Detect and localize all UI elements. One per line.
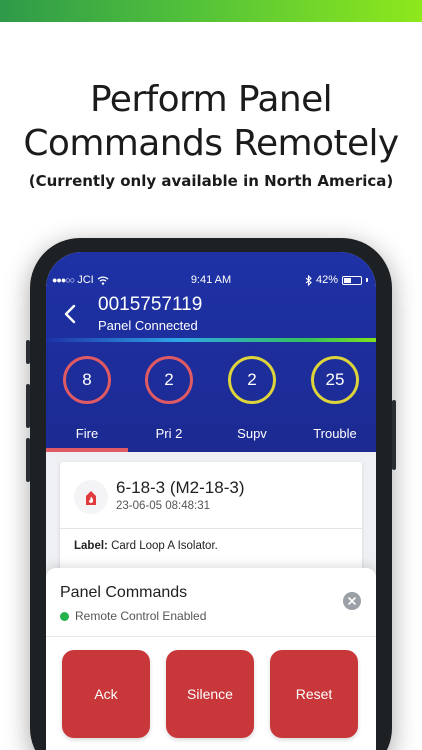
back-chevron-icon[interactable] <box>64 304 76 325</box>
fire-icon <box>74 480 108 514</box>
event-label-key: Label: <box>74 540 108 552</box>
promo-top-bar <box>0 0 422 22</box>
tab-supv[interactable]: 2 Supv <box>211 356 293 452</box>
promo-headline: Perform Panel Commands Remotely <box>0 78 422 166</box>
selected-tab-indicator <box>46 448 128 452</box>
promo-headline-line2: Commands Remotely <box>23 123 399 164</box>
pri2-count-circle: 2 <box>145 356 193 404</box>
tab-pri2[interactable]: 2 Pri 2 <box>128 356 210 452</box>
ack-button[interactable]: Ack <box>62 650 150 738</box>
remote-control-status-text: Remote Control Enabled <box>75 609 207 623</box>
header-accent-bar <box>46 338 376 342</box>
card-divider <box>60 528 362 529</box>
tab-pri2-label: Pri 2 <box>155 426 183 441</box>
alarm-count-tabs: 8 Fire 2 Pri 2 2 Supv 25 Trouble <box>46 356 376 452</box>
sheet-divider <box>46 636 376 637</box>
tab-trouble[interactable]: 25 Trouble <box>294 356 376 452</box>
battery-percent: 42% <box>315 274 338 286</box>
status-bar: ●●●○○ JCI 9:41 AM 42% <box>46 274 376 292</box>
phone-side-button <box>26 340 30 364</box>
status-dot-icon <box>60 611 69 621</box>
close-icon[interactable] <box>343 592 361 610</box>
reset-button[interactable]: Reset <box>270 650 358 738</box>
tab-fire-label: Fire <box>75 426 99 441</box>
event-card[interactable]: 6-18-3 (M2-18-3) 23-06-05 08:48:31 Label… <box>60 462 362 582</box>
panel-id: 0015757119 <box>98 294 203 315</box>
remote-control-status: Remote Control Enabled <box>60 609 206 623</box>
battery-icon <box>342 275 362 285</box>
phone-side-button <box>26 384 30 428</box>
event-label-value: Card Loop A Isolator. <box>111 540 218 552</box>
app-header: ●●●○○ JCI 9:41 AM 42% 0015757119 Panel C… <box>46 252 376 452</box>
trouble-count-circle: 25 <box>311 356 359 404</box>
event-title: 6-18-3 (M2-18-3) <box>116 478 245 497</box>
event-timestamp: 23-06-05 08:48:31 <box>116 500 210 512</box>
sheet-title: Panel Commands <box>60 584 188 601</box>
supv-count-circle: 2 <box>228 356 276 404</box>
tab-supv-label: Supv <box>237 426 267 441</box>
panel-commands-sheet: Panel Commands Remote Control Enabled Ac… <box>46 568 376 750</box>
tab-fire[interactable]: 8 Fire <box>46 356 128 452</box>
promo-subline: (Currently only available in North Ameri… <box>28 172 394 190</box>
phone-side-button <box>26 438 30 482</box>
silence-button[interactable]: Silence <box>166 650 254 738</box>
bluetooth-icon <box>305 274 312 286</box>
tab-trouble-label: Trouble <box>313 426 357 441</box>
event-label: Label: Card Loop A Isolator. <box>74 540 218 552</box>
app-screen: ●●●○○ JCI 9:41 AM 42% 0015757119 Panel C… <box>46 252 376 750</box>
battery-tip <box>366 278 368 282</box>
phone-side-button <box>392 400 396 470</box>
fire-count-circle: 8 <box>63 356 111 404</box>
promo-headline-line1: Perform Panel <box>89 79 333 120</box>
panel-connection-status: Panel Connected <box>98 318 198 333</box>
